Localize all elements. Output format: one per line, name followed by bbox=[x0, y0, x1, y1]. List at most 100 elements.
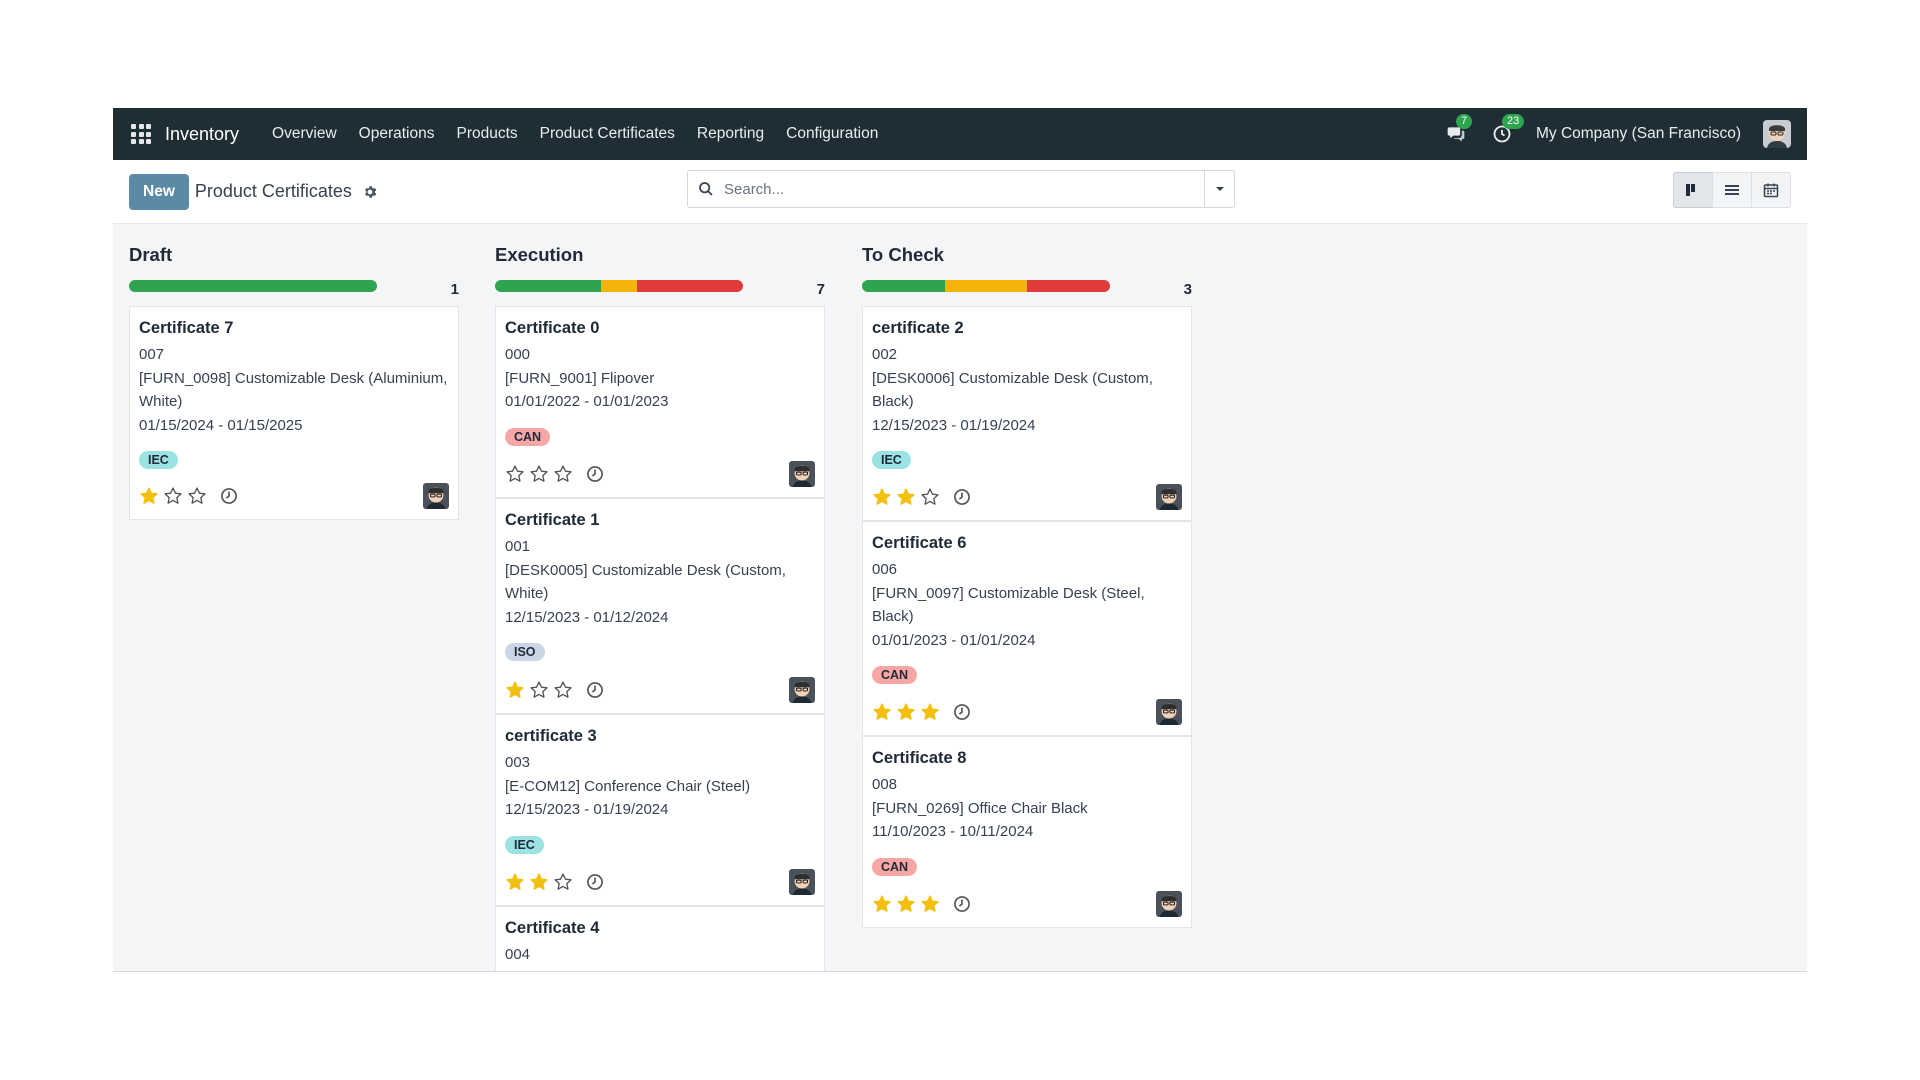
activity-clock-icon[interactable] bbox=[219, 486, 239, 506]
star-empty-icon[interactable] bbox=[529, 680, 549, 700]
card-validity-dates: 12/15/2023 - 01/19/2024 bbox=[505, 801, 669, 818]
card-title: Certificate 1 bbox=[505, 511, 600, 529]
star-filled-icon[interactable] bbox=[920, 702, 940, 722]
star-empty-icon[interactable] bbox=[187, 486, 207, 506]
search-input[interactable] bbox=[724, 171, 1204, 207]
certificate-card[interactable]: Certificate 4 004 bbox=[495, 906, 825, 971]
activities-button[interactable]: 23 bbox=[1490, 114, 1525, 146]
navbar-systray: 7 23 My Company (San Francisco) bbox=[1444, 114, 1791, 148]
gear-icon[interactable] bbox=[362, 184, 378, 200]
avatar-icon bbox=[789, 869, 815, 895]
star-filled-icon[interactable] bbox=[505, 680, 525, 700]
column-title[interactable]: Draft bbox=[129, 244, 172, 266]
column-progress-bar[interactable] bbox=[862, 280, 1110, 292]
menu-reporting[interactable]: Reporting bbox=[686, 125, 775, 143]
activity-clock-icon[interactable] bbox=[952, 702, 972, 722]
certificate-card[interactable]: Certificate 1 001 [DESK0005] Customizable … bbox=[495, 498, 825, 714]
activity-clock-icon[interactable] bbox=[952, 894, 972, 914]
card-tags: ISO bbox=[505, 643, 814, 661]
assignee-avatar[interactable] bbox=[1156, 484, 1182, 510]
search-bar bbox=[687, 170, 1235, 208]
menu-overview[interactable]: Overview bbox=[261, 125, 348, 143]
card-code: 007 bbox=[139, 346, 165, 363]
progress-segment-red[interactable] bbox=[636, 280, 743, 292]
messages-button[interactable]: 7 bbox=[1444, 114, 1473, 146]
activity-clock-icon[interactable] bbox=[952, 487, 972, 507]
certificate-type-tag: CAN bbox=[505, 427, 551, 446]
card-code: 002 bbox=[872, 346, 898, 363]
avatar-icon bbox=[1156, 891, 1182, 917]
company-switcher[interactable]: My Company (San Francisco) bbox=[1536, 125, 1741, 143]
certificate-card[interactable]: Certificate 8 008 [FURN_0269] Office Chair… bbox=[862, 736, 1192, 928]
card-footer bbox=[505, 677, 815, 703]
star-empty-icon[interactable] bbox=[553, 680, 573, 700]
activity-clock-icon[interactable] bbox=[585, 464, 605, 484]
star-filled-icon[interactable] bbox=[872, 702, 892, 722]
assignee-avatar[interactable] bbox=[423, 483, 449, 509]
calendar-view-button[interactable] bbox=[1751, 172, 1791, 208]
star-filled-icon[interactable] bbox=[896, 894, 916, 914]
star-empty-icon[interactable] bbox=[163, 486, 183, 506]
apps-menu-icon[interactable] bbox=[131, 124, 151, 144]
card-tags: CAN bbox=[872, 857, 1181, 876]
card-tags: IEC bbox=[872, 451, 1181, 469]
menu-products[interactable]: Products bbox=[445, 125, 528, 143]
star-filled-icon[interactable] bbox=[505, 872, 525, 892]
search-options-toggle[interactable] bbox=[1204, 171, 1234, 207]
progress-segment-orange[interactable] bbox=[601, 280, 637, 292]
certificate-card[interactable]: certificate 2 002 [DESK0006] Customizable … bbox=[862, 306, 1192, 521]
activity-clock-icon[interactable] bbox=[585, 872, 605, 892]
assignee-avatar[interactable] bbox=[789, 869, 815, 895]
star-filled-icon[interactable] bbox=[896, 487, 916, 507]
list-view-button[interactable] bbox=[1712, 172, 1752, 208]
star-empty-icon[interactable] bbox=[505, 464, 525, 484]
assignee-avatar[interactable] bbox=[789, 461, 815, 487]
certificate-type-tag: CAN bbox=[872, 666, 918, 684]
star-empty-icon[interactable] bbox=[920, 487, 940, 507]
certificate-type-tag: IEC bbox=[139, 451, 178, 469]
certificate-card[interactable]: Certificate 7 007 [FURN_0098] Customizable… bbox=[129, 306, 459, 520]
star-filled-icon[interactable] bbox=[872, 894, 892, 914]
app-name[interactable]: Inventory bbox=[165, 124, 239, 145]
certificate-card[interactable]: certificate 3 003 [E-COM12] Conference Cha… bbox=[495, 714, 825, 906]
column-title[interactable]: Execution bbox=[495, 244, 583, 266]
star-filled-icon[interactable] bbox=[920, 894, 940, 914]
messages-count-badge: 7 bbox=[1455, 114, 1473, 129]
card-validity-dates: 12/15/2023 - 01/12/2024 bbox=[505, 608, 669, 626]
menu-operations[interactable]: Operations bbox=[348, 125, 446, 143]
progress-segment-red[interactable] bbox=[1027, 280, 1110, 292]
star-filled-icon[interactable] bbox=[529, 872, 549, 892]
certificate-card[interactable]: Certificate 0 000 [FURN_9001] Flipover 01/0… bbox=[495, 306, 825, 498]
assignee-avatar[interactable] bbox=[1156, 699, 1182, 725]
menu-product-certificates[interactable]: Product Certificates bbox=[529, 125, 686, 143]
card-footer bbox=[139, 483, 449, 509]
column-progress-bar[interactable] bbox=[495, 280, 743, 292]
top-navbar: Inventory Overview Operations Products P… bbox=[113, 108, 1807, 160]
progress-segment-green[interactable] bbox=[129, 280, 377, 292]
star-filled-icon[interactable] bbox=[139, 486, 159, 506]
card-product: [FURN_9001] Flipover bbox=[505, 369, 655, 387]
star-empty-icon[interactable] bbox=[529, 464, 549, 484]
main-menu: Overview Operations Products Product Cer… bbox=[261, 125, 889, 143]
star-empty-icon[interactable] bbox=[553, 464, 573, 484]
card-product: [FURN_0269] Office Chair Black bbox=[872, 799, 1088, 817]
assignee-avatar[interactable] bbox=[1156, 891, 1182, 917]
column-progress-bar[interactable] bbox=[129, 280, 377, 292]
new-button[interactable]: New bbox=[129, 173, 189, 210]
star-filled-icon[interactable] bbox=[896, 702, 916, 722]
menu-configuration[interactable]: Configuration bbox=[775, 125, 889, 143]
column-title[interactable]: To Check bbox=[862, 244, 944, 266]
certificate-card[interactable]: Certificate 6 006 [FURN_0097] Customizable… bbox=[862, 521, 1192, 736]
card-validity-dates: 01/01/2023 - 01/01/2024 bbox=[872, 631, 1036, 649]
kanban-view-button[interactable] bbox=[1673, 172, 1713, 208]
avatar-icon bbox=[1156, 484, 1182, 510]
user-avatar[interactable] bbox=[1763, 120, 1791, 148]
assignee-avatar[interactable] bbox=[789, 677, 815, 703]
activity-clock-icon[interactable] bbox=[585, 680, 605, 700]
progress-segment-orange[interactable] bbox=[944, 280, 1028, 292]
star-empty-icon[interactable] bbox=[553, 872, 573, 892]
progress-segment-green[interactable] bbox=[862, 280, 945, 292]
star-filled-icon[interactable] bbox=[872, 487, 892, 507]
card-validity-dates: 11/10/2023 - 10/11/2024 bbox=[872, 823, 1034, 840]
progress-segment-green[interactable] bbox=[495, 280, 602, 292]
